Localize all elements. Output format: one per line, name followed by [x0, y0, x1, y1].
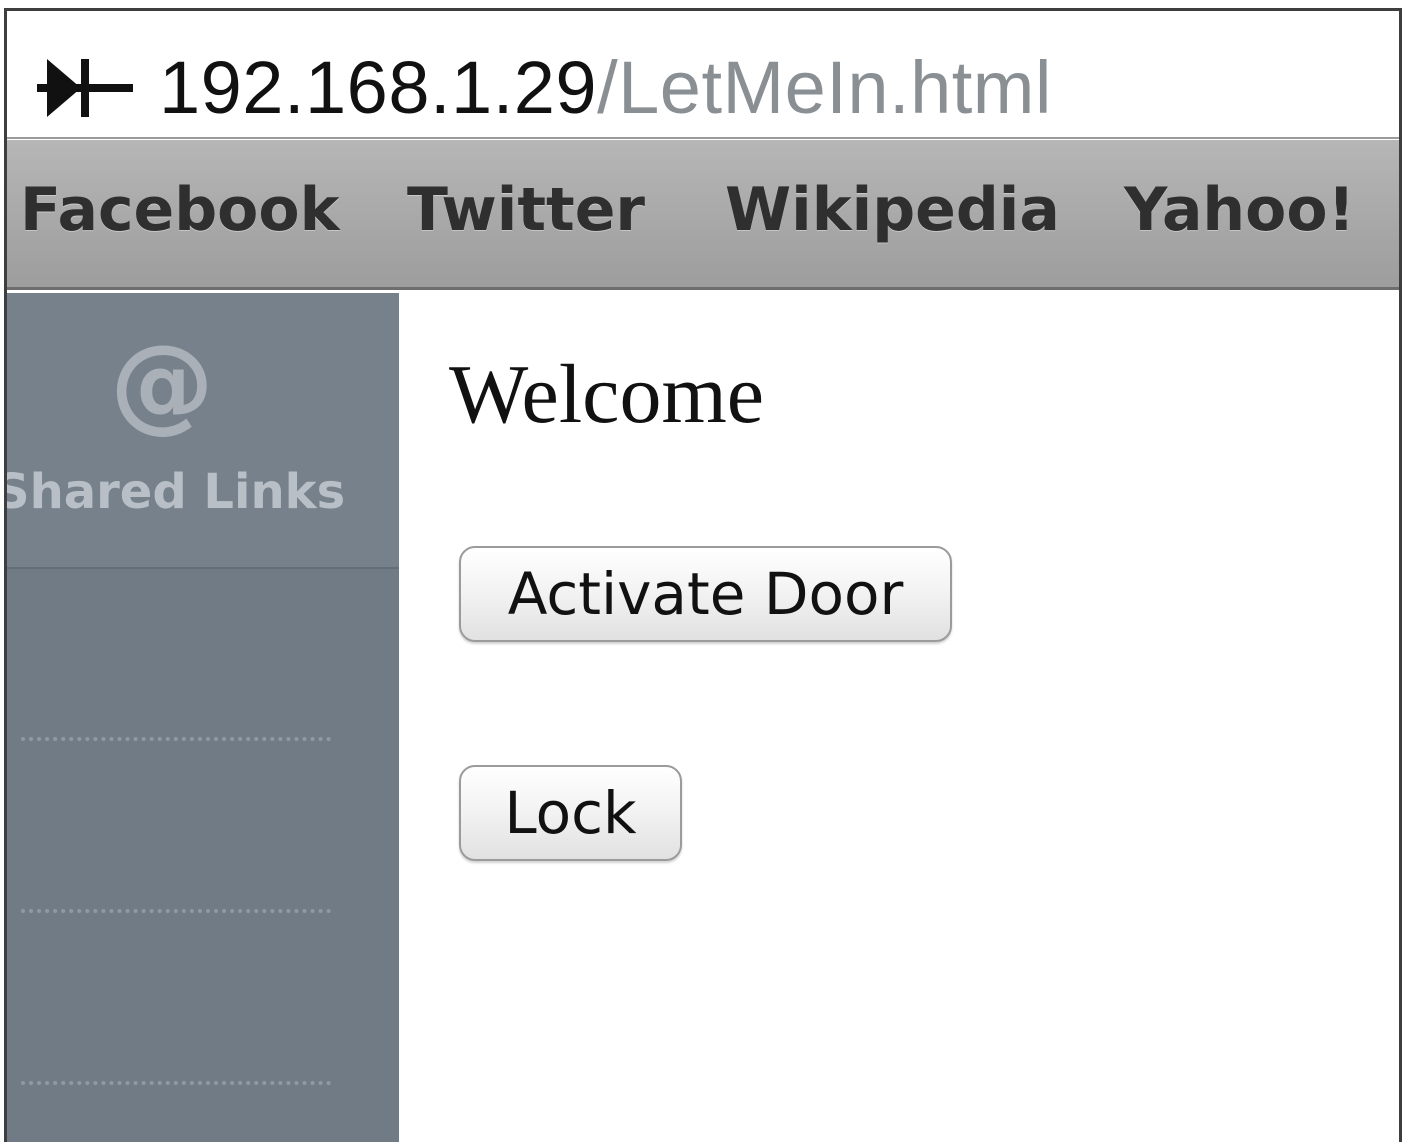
bookmark-yahoo[interactable]: Yahoo! [1124, 180, 1355, 240]
sidebar-divider [21, 737, 331, 741]
bookmark-twitter[interactable]: Twitter [407, 180, 645, 240]
page-content: Welcome Activate Door Lock [399, 293, 1399, 1142]
network-device-icon [37, 59, 133, 117]
shared-links-tab[interactable]: @ Shared Links [7, 293, 399, 569]
at-sign-icon: @ [110, 322, 214, 444]
browser-window: 192.168.1.29/LetMeIn.html Facebook Twitt… [0, 0, 1405, 1142]
page-title: Welcome [449, 348, 765, 441]
sidebar-divider [21, 909, 331, 913]
sidebar-divider [21, 1081, 331, 1085]
sidebar: @ Shared Links [7, 293, 399, 1142]
url-host: 192.168.1.29 [159, 46, 598, 129]
url-field[interactable]: 192.168.1.29/LetMeIn.html [37, 43, 1052, 133]
bookmark-wikipedia[interactable]: Wikipedia [725, 180, 1060, 240]
shared-links-label: Shared Links [7, 464, 346, 520]
bookmarks-bar: Facebook Twitter Wikipedia Yahoo! [7, 140, 1399, 290]
url-path: /LetMeIn.html [597, 46, 1052, 129]
bookmark-facebook[interactable]: Facebook [20, 180, 340, 240]
lock-button[interactable]: Lock [459, 765, 682, 861]
address-bar[interactable]: 192.168.1.29/LetMeIn.html [7, 11, 1399, 139]
activate-door-button[interactable]: Activate Door [459, 546, 952, 642]
